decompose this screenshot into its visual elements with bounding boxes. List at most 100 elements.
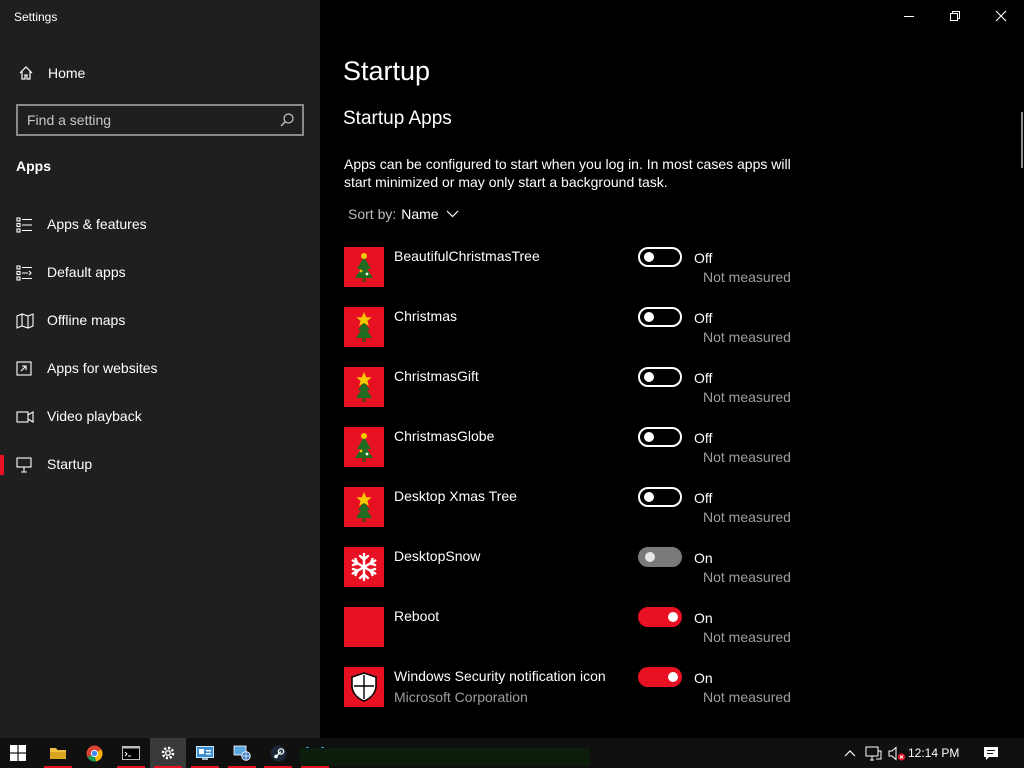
taskbar-control-panel[interactable]	[187, 738, 223, 768]
shield-icon	[344, 667, 384, 707]
star-tree-icon	[344, 487, 384, 527]
home-icon	[16, 63, 36, 83]
sidebar-item-label: Default apps	[47, 264, 126, 280]
taskbar-command-prompt[interactable]	[113, 738, 149, 768]
apps-features-icon	[16, 217, 34, 233]
app-name: ChristmasGlobe	[394, 428, 495, 444]
toggle-knob	[644, 492, 654, 502]
steam-icon	[270, 745, 286, 761]
startup-icon	[16, 457, 34, 473]
startup-toggle[interactable]	[638, 427, 682, 447]
toggle-state: Off	[694, 310, 713, 326]
app-publisher: Microsoft Corporation	[394, 689, 528, 705]
selection-indicator	[0, 311, 4, 331]
sidebar-item-video-playback[interactable]: Video playback	[0, 397, 320, 437]
star-tree-icon	[344, 367, 384, 407]
volume-tray-button[interactable]	[886, 738, 908, 768]
startup-toggle[interactable]	[638, 487, 682, 507]
toggle-knob	[644, 252, 654, 262]
taskbar-chrome[interactable]	[76, 738, 112, 768]
section-subtitle: Startup Apps	[343, 108, 452, 129]
toggle-state: On	[694, 550, 713, 566]
video-playback-icon	[16, 409, 34, 425]
taskbar-preview-strip	[300, 748, 590, 766]
action-center-button[interactable]	[978, 738, 1004, 768]
sidebar-item-offline-maps[interactable]: Offline maps	[0, 301, 320, 341]
app-name: DesktopSnow	[394, 548, 481, 564]
sidebar-item-default-apps[interactable]: Default apps	[0, 253, 320, 293]
startup-toggle[interactable]	[638, 247, 682, 267]
toggle-state: Off	[694, 250, 713, 266]
search-input[interactable]	[27, 111, 272, 129]
start-button[interactable]	[0, 738, 36, 768]
blank-app-icon	[344, 607, 384, 647]
christmas-tree-icon	[344, 427, 384, 467]
sidebar-item-label: Apps & features	[47, 216, 147, 232]
sidebar-item-label: Startup	[47, 456, 93, 472]
default-apps-icon	[16, 265, 34, 281]
toggle-state: On	[694, 610, 713, 626]
page-description: Apps can be configured to start when you…	[344, 156, 791, 190]
settings-sidebar: Settings Home Apps Apps & features Defau…	[0, 0, 320, 738]
startup-impact: Not measured	[703, 449, 791, 465]
home-nav-item[interactable]: Home	[16, 60, 85, 86]
startup-impact: Not measured	[703, 269, 791, 285]
sidebar-item-apps-for-websites[interactable]: Apps for websites	[0, 349, 320, 389]
selection-indicator	[0, 263, 4, 283]
taskbar-file-explorer[interactable]	[40, 738, 76, 768]
startup-toggle[interactable]	[638, 367, 682, 387]
startup-page: Startup Startup Apps Apps can be configu…	[320, 0, 1024, 738]
close-button[interactable]	[978, 0, 1024, 32]
startup-app-row: ChristmasGift Off Not measured	[344, 367, 804, 427]
search-box[interactable]	[16, 104, 304, 136]
sort-value: Name	[401, 206, 439, 222]
minimize-button[interactable]	[886, 0, 932, 32]
toggle-knob	[644, 312, 654, 322]
startup-app-row: ChristmasGlobe Off Not measured	[344, 427, 804, 487]
sidebar-item-apps-features[interactable]: Apps & features	[0, 205, 320, 245]
selection-indicator	[0, 407, 4, 427]
toggle-knob	[668, 612, 678, 622]
christmas-tree-icon	[344, 247, 384, 287]
taskbar-steam[interactable]	[260, 738, 296, 768]
startup-toggle[interactable]	[638, 667, 682, 687]
offline-maps-icon	[16, 313, 34, 329]
restore-button[interactable]	[932, 0, 978, 32]
taskbar-settings[interactable]	[150, 738, 186, 768]
close-icon	[995, 10, 1007, 22]
network-status-icon	[865, 746, 881, 760]
app-name: BeautifulChristmasTree	[394, 248, 540, 264]
sidebar-item-label: Offline maps	[47, 312, 126, 328]
startup-app-row: Windows Security notification icon Micro…	[344, 667, 804, 727]
startup-toggle[interactable]	[638, 547, 682, 567]
startup-toggle[interactable]	[638, 607, 682, 627]
show-hidden-icons-button[interactable]	[840, 738, 860, 768]
settings-icon	[161, 746, 175, 760]
startup-toggle[interactable]	[638, 307, 682, 327]
startup-impact: Not measured	[703, 329, 791, 345]
network-icon	[233, 745, 251, 761]
sidebar-item-startup[interactable]: Startup	[0, 445, 320, 485]
start-icon	[10, 745, 26, 761]
star-tree-icon	[344, 307, 384, 347]
page-title: Startup	[343, 56, 431, 86]
toggle-state: Off	[694, 370, 713, 386]
toggle-knob	[644, 372, 654, 382]
notifications-icon	[984, 746, 998, 760]
sort-dropdown[interactable]: Sort by: Name	[348, 206, 459, 222]
network-tray-button[interactable]	[862, 738, 884, 768]
file-explorer-icon	[50, 748, 66, 759]
home-label: Home	[48, 65, 86, 81]
window-title: Settings	[14, 10, 58, 24]
toggle-knob	[668, 672, 678, 682]
restore-icon	[950, 11, 960, 21]
chevron-up-icon	[844, 750, 856, 757]
search-icon[interactable]	[279, 112, 295, 128]
startup-impact: Not measured	[703, 629, 791, 645]
app-name: Desktop Xmas Tree	[394, 488, 517, 504]
snowflake-icon	[344, 547, 384, 587]
toggle-knob	[645, 552, 655, 562]
taskbar-network-app[interactable]	[224, 738, 260, 768]
scrollbar[interactable]	[1021, 112, 1023, 168]
taskbar-clock[interactable]: 12:14 PM	[908, 746, 959, 760]
